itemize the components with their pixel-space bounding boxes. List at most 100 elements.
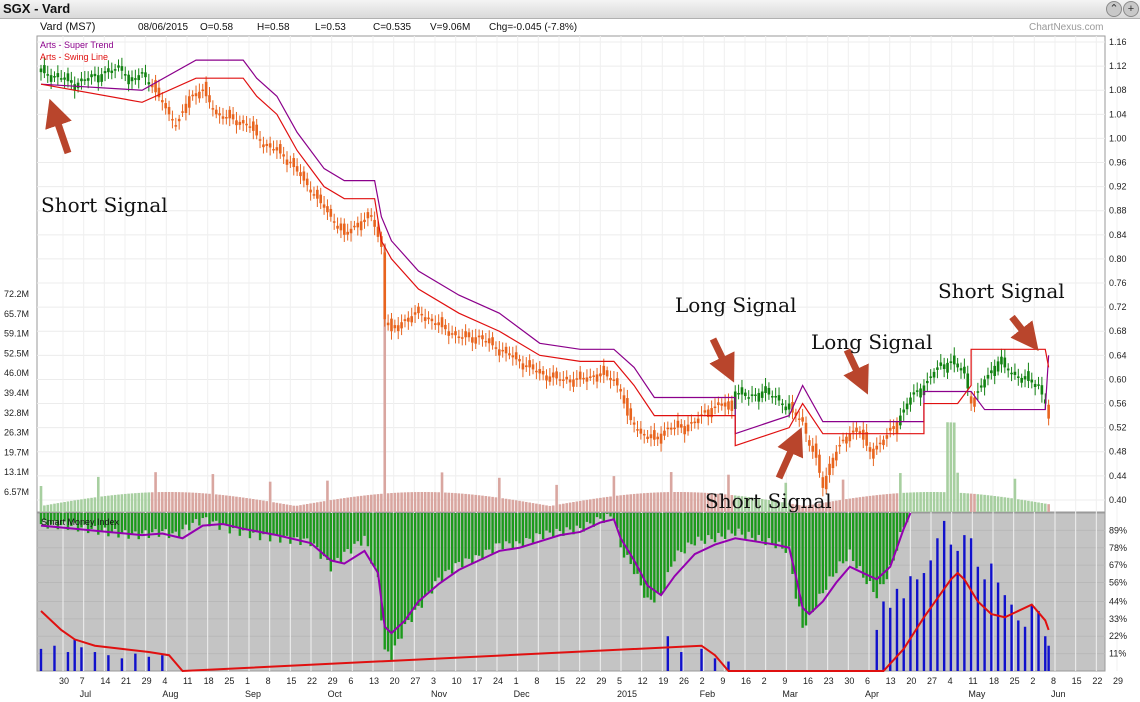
month-label: Mar (782, 689, 798, 699)
volume-bar (373, 494, 376, 512)
date-tick-label: 30 (844, 676, 854, 686)
date-tick-label: 20 (390, 676, 400, 686)
candle-body (1006, 368, 1010, 371)
smi-bar (828, 513, 831, 577)
volume-bar (353, 496, 356, 512)
candle-body (680, 424, 683, 428)
volume-bar (130, 493, 134, 512)
smi-low-bar (666, 636, 670, 671)
smi-low-bar (700, 648, 703, 671)
date-tick-label: 20 (906, 676, 916, 686)
volume-bar (427, 492, 430, 512)
candle-body (366, 212, 370, 219)
candle-body (936, 367, 939, 370)
date-tick-label: 16 (741, 676, 751, 686)
candle-body (683, 426, 686, 435)
volume-bar (831, 501, 835, 512)
smi-bar (164, 513, 167, 530)
candle-body (319, 194, 323, 204)
month-label: Jul (80, 689, 92, 699)
candle-body (450, 333, 454, 335)
candle-body (275, 147, 279, 151)
volume-bar (966, 493, 970, 512)
smi-bar (555, 513, 558, 529)
candle-body (639, 428, 643, 434)
candle-body (433, 323, 437, 325)
volume-bar (690, 492, 693, 512)
volume-bar (1043, 503, 1047, 512)
candle-body (818, 454, 821, 473)
candle-body (615, 378, 619, 386)
date-tick-label: 15 (1072, 676, 1082, 686)
candle-body (932, 371, 936, 378)
candle-body (875, 445, 879, 450)
price-tick-label: 0.88 (1109, 206, 1127, 216)
volume-bar (258, 500, 262, 512)
candle-body (117, 65, 120, 68)
smi-bar (528, 513, 531, 539)
price-tick-label: 0.40 (1109, 495, 1127, 505)
candle-body (262, 144, 265, 148)
date-tick-label: 9 (782, 676, 787, 686)
smi-bar (373, 513, 376, 567)
volume-bar (959, 492, 963, 512)
candle-body (460, 337, 464, 339)
smi-bar (643, 513, 646, 598)
candle-body (720, 403, 724, 406)
smi-low-bar (949, 544, 953, 671)
smi-bar (336, 513, 339, 558)
smi-tick-label: 11% (1109, 649, 1126, 659)
smi-bar (461, 513, 464, 568)
smi-bar (171, 513, 174, 534)
smi-bar (693, 513, 696, 546)
candle-body (201, 89, 205, 92)
volume-bar (214, 494, 218, 512)
date-tick-label: 11 (183, 676, 192, 686)
smi-bar (329, 513, 333, 572)
volume-bar (346, 497, 349, 512)
volume-bar (952, 422, 956, 512)
candle-body (983, 379, 986, 388)
smi-low-bar (1017, 620, 1020, 671)
date-tick-label: 30 (59, 676, 69, 686)
smi-bar (430, 513, 434, 594)
stock-chart[interactable]: 1.16 1.12 1.08 1.04 1.00 0.96 0.92 0.88 0.84 0.80… (0, 0, 1140, 702)
smi-bar (525, 513, 528, 539)
candle-body (305, 178, 309, 186)
candle-body (208, 95, 211, 103)
smi-bar (669, 513, 673, 567)
volume-bar (407, 492, 410, 512)
smi-bar (450, 513, 454, 574)
volume-bar (484, 496, 488, 512)
smi-bar (558, 513, 562, 532)
candle-body (1010, 372, 1013, 375)
volume-bar (885, 494, 889, 512)
volume-bar (363, 495, 366, 512)
candle-body (326, 206, 329, 213)
annotation-long-signal-1: Long Signal (675, 293, 796, 317)
price-tick-label: 0.76 (1109, 278, 1127, 288)
smi-bar (316, 513, 319, 548)
volume-bar (201, 493, 205, 512)
volume-bar (174, 492, 178, 512)
volume-tick-label: 6.57M (4, 487, 29, 497)
volume-bar (508, 499, 511, 512)
volume-bar (585, 499, 589, 512)
smi-bar (370, 513, 373, 564)
date-tick-label: 22 (1092, 676, 1102, 686)
smi-bar (562, 513, 565, 536)
month-label: Aug (162, 689, 178, 699)
volume-bar (582, 500, 585, 512)
volume-bar (1037, 502, 1040, 512)
date-tick-label: 25 (224, 676, 234, 686)
volume-bar (1020, 499, 1023, 512)
date-tick-label: 8 (266, 676, 271, 686)
smi-bar (403, 513, 407, 625)
volume-bar (157, 492, 161, 512)
smi-bar (740, 513, 744, 535)
candle-body (717, 402, 720, 406)
candle-body (845, 436, 848, 444)
volume-bar (211, 474, 215, 512)
volume-bar (225, 495, 228, 512)
candle-body (410, 316, 413, 323)
